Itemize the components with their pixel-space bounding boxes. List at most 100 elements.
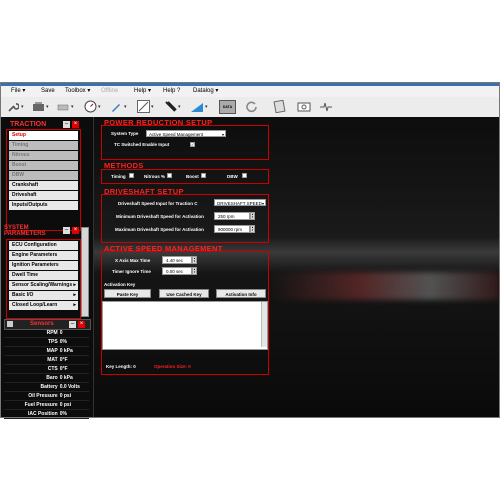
menu-datalog[interactable]: Datalog ▾ xyxy=(193,87,218,96)
tool-icon xyxy=(163,100,177,114)
system-collapse-button[interactable]: – xyxy=(63,227,70,234)
min-driveshaft-label: Minimum Driveshaft Speed for Activation xyxy=(116,214,204,219)
gauge-tool-button[interactable]: ▾ xyxy=(83,99,101,114)
timer-ignore-input[interactable]: 0.00 sec xyxy=(162,267,192,275)
nav-setup[interactable]: Setup xyxy=(9,131,78,140)
ecu-icon xyxy=(31,100,45,114)
system-nav: ECU Configuration Engine Parameters Igni… xyxy=(6,239,81,319)
activation-info-button[interactable]: Activation Info xyxy=(216,289,266,298)
method-boost-label: Boost xyxy=(186,174,199,179)
sensor-row: MAP 0 kPa xyxy=(4,347,89,356)
driveshaft-input-label: Driveshaft Speed Input for Traction C xyxy=(118,201,198,206)
sensors-close-button[interactable]: × xyxy=(78,321,85,328)
pen-tool-button[interactable]: ▾ xyxy=(109,99,127,114)
sensors-title: Sensors xyxy=(30,321,54,327)
nav-driveshaft[interactable]: Driveshaft xyxy=(9,191,78,200)
textarea-scrollbar[interactable] xyxy=(261,302,267,347)
ecu-tool-button[interactable]: ▾ xyxy=(31,99,49,114)
nav-dbw: DBW xyxy=(9,171,78,180)
traction-close-button[interactable]: × xyxy=(72,121,79,128)
ramp-icon xyxy=(190,100,204,114)
sensor-list: RPM 0 TPS 0% MAP 0 kPa MAT 0°F CTS 0°F Baro 0 … xyxy=(4,329,89,419)
max-driveshaft-label: Maximum Driveshaft Speed for Activation xyxy=(115,227,204,232)
sensor-row: IAC Position 0% xyxy=(4,410,89,419)
menu-help[interactable]: Help ▾ xyxy=(134,87,151,96)
content-area: TRACTION – × Setup Timing Nitrous Boost … xyxy=(1,117,499,419)
sensor-row: TPS 0% xyxy=(4,338,89,347)
use-cached-key-button[interactable]: Use Cached Key xyxy=(159,289,209,298)
data-tool-button[interactable]: DATA xyxy=(219,99,236,114)
sensors-menu-icon[interactable] xyxy=(7,321,13,327)
graph-tool-button[interactable]: ▾ xyxy=(136,99,154,114)
ramp-tool-button[interactable]: ▾ xyxy=(190,99,208,114)
nav-sensor-scaling[interactable]: Sensor Scaling/Warnings ▸ xyxy=(9,281,78,290)
nav-inputs-outputs[interactable]: Inputs/Outputs xyxy=(9,201,78,210)
method-timing-checkbox[interactable] xyxy=(129,173,134,178)
x-axis-max-input[interactable]: 4.40 sec xyxy=(162,256,192,264)
nav-engine-parameters[interactable]: Engine Parameters xyxy=(9,251,78,260)
timer-ignore-label: Timer Ignore Time xyxy=(112,269,151,274)
min-driveshaft-spinner[interactable]: ▴ ▾ xyxy=(250,212,255,220)
connect-icon xyxy=(56,100,70,114)
min-driveshaft-input[interactable]: 250 rpm xyxy=(214,212,250,220)
traction-nav: Setup Timing Nitrous Boost DBW Crankshaf… xyxy=(6,129,81,231)
sensor-row: Oil Pressure 0 psi xyxy=(4,392,89,401)
tc-switched-label: TC Switched Enable Input xyxy=(114,142,170,147)
method-timing-label: Timing xyxy=(111,174,126,179)
method-nitrous-checkbox[interactable] xyxy=(167,173,172,178)
tool-tool-button[interactable]: ▾ xyxy=(163,99,181,114)
method-nitrous-label: Nitrous % xyxy=(144,174,166,179)
pulse-icon xyxy=(319,100,333,114)
activation-key-textarea[interactable] xyxy=(102,301,268,350)
sensor-row: Battery 0.0 Volts xyxy=(4,383,89,392)
timer-ignore-spinner[interactable]: ▴ ▾ xyxy=(192,267,197,275)
tc-switched-checkbox[interactable]: ✓ xyxy=(190,142,195,147)
wrench-icon xyxy=(6,100,20,114)
menu-save[interactable]: Save xyxy=(41,87,55,96)
refresh-icon xyxy=(244,100,258,114)
method-boost-checkbox[interactable] xyxy=(201,173,206,178)
menu-file[interactable]: File ▾ xyxy=(11,87,25,96)
refresh-tool-button[interactable] xyxy=(244,99,258,114)
display-tool-button[interactable] xyxy=(297,99,311,114)
nav-crankshaft[interactable]: Crankshaft xyxy=(9,181,78,190)
sensor-row: Fuel Pressure 0 psi xyxy=(4,401,89,410)
main-panel: POWER REDUCTION SETUP System Type Active… xyxy=(94,117,499,417)
method-dbw-checkbox[interactable] xyxy=(242,173,247,178)
traction-collapse-button[interactable]: – xyxy=(63,121,70,128)
gauge-icon xyxy=(83,100,97,114)
application-window: File ▾ Save Toolbox ▾ Offline Help ▾ Hel… xyxy=(0,82,500,419)
system-scrollbar[interactable] xyxy=(81,227,89,317)
sensors-collapse-button[interactable]: – xyxy=(69,321,76,328)
system-type-select[interactable]: Active Speed Management ▾ xyxy=(146,130,226,137)
x-axis-max-spinner[interactable]: ▴ ▾ xyxy=(192,256,197,264)
activation-key-label: Activation Key xyxy=(104,282,136,287)
toolbar: ▾ ▾ ▾ ▾ ▾ ▾ ▾ ▾ DATA xyxy=(1,97,499,118)
pulse-tool-button[interactable] xyxy=(319,99,333,114)
menu-help-question[interactable]: Help ? xyxy=(163,87,180,96)
sidebar: TRACTION – × Setup Timing Nitrous Boost … xyxy=(1,117,94,419)
nav-ecu-configuration[interactable]: ECU Configuration xyxy=(9,241,78,250)
print-tool-button[interactable] xyxy=(272,99,286,114)
connect-tool-button[interactable]: ▾ xyxy=(56,99,74,114)
nav-dwell-time[interactable]: Dwell Time xyxy=(9,271,78,280)
menu-toolbox[interactable]: Toolbox ▾ xyxy=(65,87,90,96)
sensor-row: Baro 0 kPa xyxy=(4,374,89,383)
max-driveshaft-input[interactable]: 900000 rpm xyxy=(214,225,250,233)
method-dbw-label: DBW xyxy=(227,174,238,179)
wrench-tool-button[interactable]: ▾ xyxy=(6,99,24,114)
paste-key-button[interactable]: Paste Key xyxy=(104,289,151,298)
system-close-button[interactable]: × xyxy=(72,227,79,234)
driveshaft-input-select[interactable]: DRIVESHAFT SPEED ▾ xyxy=(214,199,266,206)
nav-nitrous: Nitrous xyxy=(9,151,78,160)
sensor-row: RPM 0 xyxy=(4,329,89,338)
operation-size-label: Operation Size: 0 xyxy=(154,364,191,369)
display-icon xyxy=(297,100,311,114)
max-driveshaft-spinner[interactable]: ▴ ▾ xyxy=(250,225,255,233)
nav-boost: Boost xyxy=(9,161,78,170)
background-streak xyxy=(269,272,499,300)
nav-ignition-parameters[interactable]: Ignition Parameters xyxy=(9,261,78,270)
nav-basic-io[interactable]: Basic I/O ▸ xyxy=(9,291,78,300)
data-icon: DATA xyxy=(219,99,236,114)
nav-closed-loop[interactable]: Closed Loop/Learn ▸ xyxy=(9,301,78,310)
